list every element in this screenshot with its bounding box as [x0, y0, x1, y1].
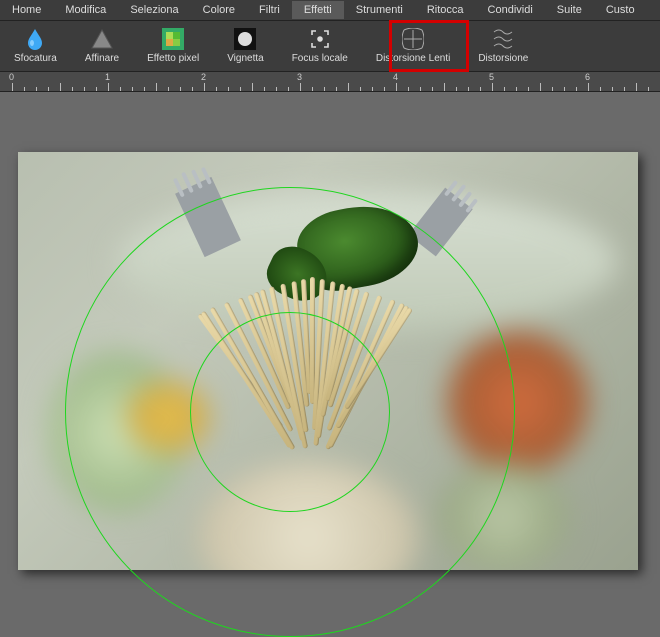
menu-custom[interactable]: Custo: [594, 1, 647, 19]
tool-sfocatura[interactable]: Sfocatura: [0, 21, 71, 71]
horizontal-ruler: 0123456: [0, 72, 660, 92]
image-focus-subject: [208, 207, 418, 467]
tool-label: Focus locale: [292, 53, 348, 64]
menu-seleziona[interactable]: Seleziona: [118, 1, 190, 19]
tool-label: Distorsione: [478, 53, 528, 64]
focus-target-icon: [309, 28, 331, 50]
menu-home[interactable]: Home: [0, 1, 53, 19]
tool-vignetta[interactable]: Vignetta: [213, 21, 278, 71]
tool-label: Affinare: [85, 53, 119, 64]
menu-condividi[interactable]: Condividi: [476, 1, 545, 19]
triangle-icon: [91, 28, 113, 50]
menu-filtri[interactable]: Filtri: [247, 1, 292, 19]
pixel-icon: [162, 28, 184, 50]
menu-ritocca[interactable]: Ritocca: [415, 1, 476, 19]
menu-modifica[interactable]: Modifica: [53, 1, 118, 19]
tool-label: Effetto pixel: [147, 53, 199, 64]
document-image[interactable]: [18, 152, 638, 570]
menu-colore[interactable]: Colore: [191, 1, 247, 19]
tool-distorsione-lenti[interactable]: Distorsione Lenti: [362, 21, 464, 71]
droplet-icon: [24, 28, 46, 50]
menu-effetti[interactable]: Effetti: [292, 1, 344, 19]
tool-label: Vignetta: [227, 53, 264, 64]
menu-bar: Home Modifica Seleziona Colore Filtri Ef…: [0, 0, 660, 20]
vignette-icon: [234, 28, 256, 50]
menu-strumenti[interactable]: Strumenti: [344, 1, 415, 19]
tool-effetto-pixel[interactable]: Effetto pixel: [133, 21, 213, 71]
wave-grid-icon: [492, 28, 514, 50]
tool-focus-locale[interactable]: Focus locale: [278, 21, 362, 71]
tool-label: Distorsione Lenti: [376, 53, 450, 64]
canvas-area[interactable]: [0, 92, 660, 582]
tool-affinare[interactable]: Affinare: [71, 21, 133, 71]
lens-grid-icon: [402, 28, 424, 50]
tool-label: Sfocatura: [14, 53, 57, 64]
effects-toolbar: Sfocatura Affinare Effetto pixel Vignett…: [0, 20, 660, 72]
menu-suite[interactable]: Suite: [545, 1, 594, 19]
tool-distorsione[interactable]: Distorsione: [464, 21, 542, 71]
